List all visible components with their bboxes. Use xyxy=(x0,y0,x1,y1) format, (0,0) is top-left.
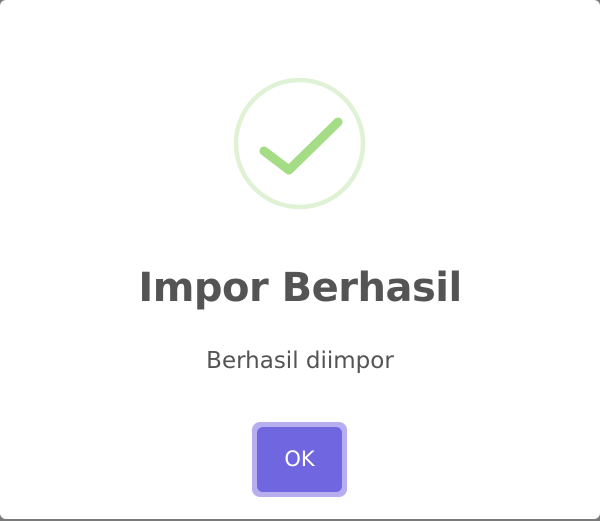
success-check-icon xyxy=(233,77,366,210)
ok-button[interactable]: OK xyxy=(257,427,342,492)
success-dialog: Impor Berhasil Berhasil diimpor OK xyxy=(0,0,600,519)
dialog-title: Impor Berhasil xyxy=(138,265,462,311)
dialog-message: Berhasil diimpor xyxy=(206,348,394,374)
